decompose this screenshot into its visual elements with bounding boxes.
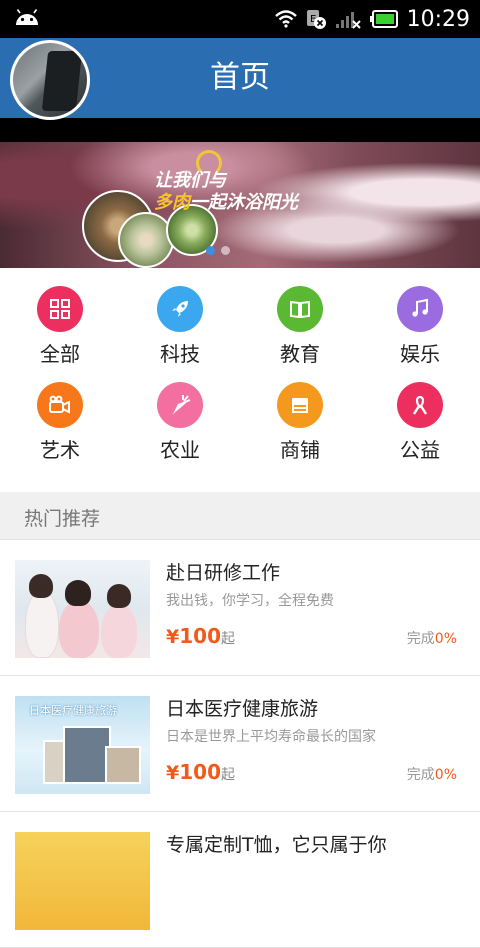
progress-label: 完成 <box>406 767 435 783</box>
price-value: 100 <box>179 760 221 784</box>
header-divider <box>0 118 480 142</box>
item-thumbnail <box>15 560 150 658</box>
book-icon <box>277 286 323 332</box>
list-item[interactable]: 专属定制T恤，它只属于你 <box>0 812 480 948</box>
banner-highlight: 多肉 <box>154 192 190 213</box>
category-label: 公益 <box>400 438 440 462</box>
price-value: 100 <box>179 624 221 648</box>
grid-icon <box>37 286 83 332</box>
price-suffix: 起 <box>220 767 235 783</box>
category-tech[interactable]: 科技 <box>120 268 240 366</box>
item-progress: 完成0% <box>407 764 457 784</box>
category-all[interactable]: 全部 <box>0 268 120 366</box>
item-subtitle: 日本是世界上平均寿命最长的国家 <box>166 729 376 745</box>
sim-off-icon: E <box>306 10 326 29</box>
ribbon-icon <box>397 382 443 428</box>
carrot-icon <box>157 382 203 428</box>
carousel-dot[interactable] <box>206 246 215 255</box>
category-label: 科技 <box>160 342 200 366</box>
status-time: 10:29 <box>406 6 470 32</box>
category-charity[interactable]: 公益 <box>360 364 480 462</box>
camera-icon <box>37 382 83 428</box>
category-label: 商铺 <box>280 438 320 462</box>
avatar[interactable] <box>10 40 90 120</box>
store-icon <box>277 382 323 428</box>
item-title: 专属定制T恤，它只属于你 <box>166 834 387 856</box>
item-thumbnail: 日本医疗健康旅游 <box>15 696 150 794</box>
category-agriculture[interactable]: 农业 <box>120 364 240 462</box>
banner-line2-rest: 一起沐浴阳光 <box>190 192 298 213</box>
item-thumbnail <box>15 832 150 930</box>
battery-icon <box>369 10 398 28</box>
category-grid: 全部 科技 教育 娱乐 艺术 农业 商铺 公益 <box>0 268 480 492</box>
banner-carousel[interactable]: 让我们与 多肉一起沐浴阳光 <box>0 142 480 268</box>
category-store[interactable]: 商铺 <box>240 364 360 462</box>
thumbnail-caption: 日本医疗健康旅游 <box>29 704 117 717</box>
progress-percent: 0% <box>434 631 457 647</box>
category-label: 农业 <box>160 438 200 462</box>
category-entertainment[interactable]: 娱乐 <box>360 268 480 366</box>
progress-label: 完成 <box>406 631 435 647</box>
banner-line2: 多肉一起沐浴阳光 <box>154 188 298 214</box>
price-suffix: 起 <box>220 631 235 647</box>
android-icon <box>16 9 38 25</box>
category-label: 教育 <box>280 342 320 366</box>
wifi-icon <box>274 10 297 28</box>
section-header: 热门推荐 <box>0 492 480 540</box>
list-item[interactable]: 日本医疗健康旅游 日本医疗健康旅游 日本是世界上平均寿命最长的国家 ¥100起 … <box>0 676 480 812</box>
item-title: 赴日研修工作 <box>166 562 281 584</box>
carousel-dot[interactable] <box>221 246 230 255</box>
category-education[interactable]: 教育 <box>240 268 360 366</box>
status-bar: E 10:29 <box>0 0 480 38</box>
item-subtitle: 我出钱，你学习，全程免费 <box>166 593 334 609</box>
price-currency: ¥ <box>166 626 180 648</box>
music-icon <box>397 286 443 332</box>
category-label: 娱乐 <box>400 342 440 366</box>
list-item[interactable]: 赴日研修工作 我出钱，你学习，全程免费 ¥100起 完成0% <box>0 540 480 676</box>
progress-percent: 0% <box>434 767 457 783</box>
item-price: ¥100起 <box>166 624 235 648</box>
category-label: 全部 <box>40 342 80 366</box>
category-art[interactable]: 艺术 <box>0 364 120 462</box>
carousel-indicator <box>206 246 230 255</box>
rocket-icon <box>157 286 203 332</box>
section-title: 热门推荐 <box>24 508 101 530</box>
signal-icon <box>335 12 361 29</box>
price-currency: ¥ <box>166 762 180 784</box>
item-price: ¥100起 <box>166 760 235 784</box>
item-title: 日本医疗健康旅游 <box>166 698 319 720</box>
item-progress: 完成0% <box>407 628 457 648</box>
succulent-image <box>118 212 174 268</box>
category-label: 艺术 <box>40 438 80 462</box>
